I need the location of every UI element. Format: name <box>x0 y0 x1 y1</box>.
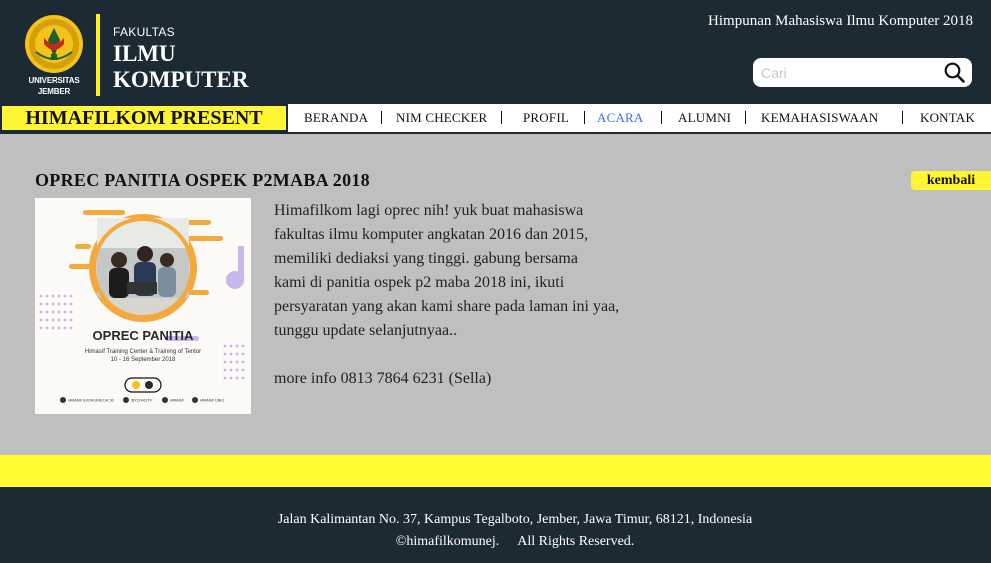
post-paragraph-line: memiliki dediaksi yang tinggi. gabung be… <box>274 250 578 267</box>
site-header: UNIVERSITAS JEMBER FAKULTAS ILMU KOMPUTE… <box>0 0 991 102</box>
logo-text-jember: JEMBER <box>37 87 71 96</box>
search-input[interactable] <box>761 62 941 83</box>
post-paragraph-line: Himafilkom lagi oprec nih! yuk buat maha… <box>274 202 584 219</box>
university-logo[interactable]: UNIVERSITAS JEMBER <box>22 14 86 98</box>
org-title: Himpunan Mahasiswa Ilmu Komputer 2018 <box>708 13 973 29</box>
faculty-label: FAKULTAS <box>113 25 175 39</box>
nav-separator <box>501 111 502 124</box>
poster-heading: OPREC PANITIA <box>93 328 194 343</box>
nav-item-nim-checker[interactable]: NIM CHECKER <box>396 110 487 126</box>
faculty-name-line1: ILMU <box>113 41 176 66</box>
nav-item-acara[interactable]: ACARA <box>597 110 644 126</box>
nav-separator <box>902 111 903 124</box>
logo-text-university: UNIVERSITAS <box>28 76 80 85</box>
nav-separator <box>381 111 382 124</box>
nav-item-alumni[interactable]: ALUMNI <box>678 110 731 126</box>
nav-item-beranda[interactable]: BERANDA <box>304 110 368 126</box>
poster-social-facebook: HIMASIF UNEJ <box>200 399 225 403</box>
event-poster-image: OPREC PANITIA Himasif Training Center & … <box>35 198 251 414</box>
post-contact-info: more info 0813 7864 6231 (Sella) <box>274 370 492 387</box>
post-paragraph-line: fakultas ilmu komputer angkatan 2016 dan… <box>274 226 589 243</box>
faculty-name: ILMU KOMPUTER <box>113 41 248 93</box>
main-navbar: HIMAFILKOM PRESENT BERANDA NIM CHECKER P… <box>0 102 991 134</box>
nav-menu: BERANDA NIM CHECKER PROFIL ACARA ALUMNI … <box>288 104 991 132</box>
search-icon[interactable] <box>944 62 965 83</box>
nav-separator <box>745 111 746 124</box>
poster-social-line: @YZO412TF <box>131 399 152 403</box>
poster-social-instagram: HIMASIF <box>170 399 184 403</box>
university-emblem-icon <box>25 15 83 73</box>
poster-date: 10 - 16 September 2018 <box>111 357 176 363</box>
nav-item-profil[interactable]: PROFIL <box>523 110 569 126</box>
poster-subtitle: Himasif Training Center & Training of Te… <box>85 349 201 355</box>
footer-address: Jalan Kalimantan No. 37, Kampus Tegalbot… <box>277 512 753 527</box>
back-button[interactable]: kembali <box>911 171 991 190</box>
faculty-name-line2: KOMPUTER <box>113 67 249 92</box>
footer-copyright-line: ©himafilkomunej. All Rights Reserved. <box>0 534 991 550</box>
footer-rights: All Rights Reserved. <box>517 534 635 549</box>
footer-yellow-band <box>0 455 991 487</box>
post-body: Himafilkom lagi oprec nih! yuk buat maha… <box>274 199 664 391</box>
post-paragraph-line: tunggu update selanjutnyaa.. <box>274 322 458 339</box>
search-box <box>753 58 972 87</box>
present-banner: HIMAFILKOM PRESENT <box>0 104 288 132</box>
post-paragraph-line: persyaratan yang akan kami share pada la… <box>274 298 620 315</box>
footer-copyright: ©himafilkomunej. <box>395 534 500 549</box>
poster-people-photo <box>109 246 176 298</box>
nav-item-kemahasiswaan[interactable]: KEMAHASISWAAN <box>761 110 878 126</box>
site-footer: Jalan Kalimantan No. 37, Kampus Tegalbot… <box>0 487 991 563</box>
nav-item-kontak[interactable]: KONTAK <box>920 110 975 126</box>
poster-badge <box>124 377 162 393</box>
poster-illustration: OPREC PANITIA Himasif Training Center & … <box>39 210 245 403</box>
post-paragraph-line: kami di panitia ospek p2 maba 2018 ini, … <box>274 274 565 291</box>
header-divider <box>96 14 100 96</box>
nav-separator <box>661 111 662 124</box>
post-title: OPREC PANITIA OSPEK P2MABA 2018 <box>35 170 370 190</box>
poster-social-row: HIMASIF.ILKOM.UNEJ.AC.ID @YZO412TF HIMAS… <box>60 397 225 403</box>
nav-separator <box>584 111 585 124</box>
poster-social-web: HIMASIF.ILKOM.UNEJ.AC.ID <box>68 399 115 403</box>
